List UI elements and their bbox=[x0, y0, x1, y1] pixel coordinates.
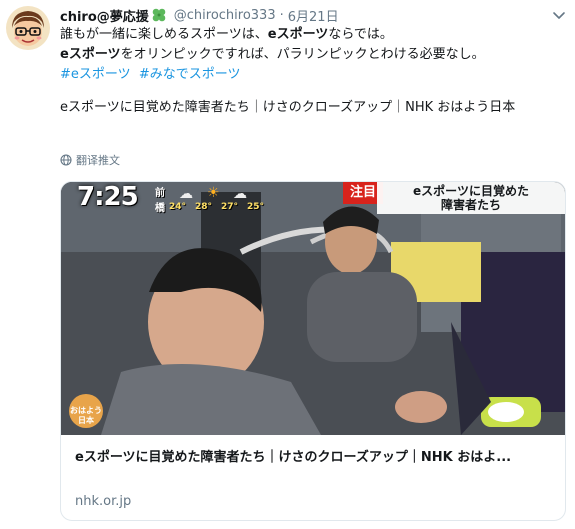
author-handle[interactable]: @chirochiro333 bbox=[174, 8, 276, 23]
link-title-line: eスポーツに目覚めた障害者たち｜けさのクローズアップ｜NHK おはよう日本 bbox=[60, 100, 516, 115]
card-title[interactable]: eスポーツに目覚めた障害者たち｜けさのクローズアップ｜NHK おはよ... bbox=[75, 446, 511, 465]
chevron-down-icon[interactable] bbox=[551, 7, 567, 23]
tweet-header: chiro@夢応援 @chirochiro333 · 6月21日 bbox=[60, 6, 339, 25]
globe-icon bbox=[60, 154, 72, 166]
translate-label: 翻译推文 bbox=[76, 154, 120, 167]
weather-temp: 24° bbox=[169, 202, 187, 212]
tweet-body: 誰もが一緒に楽しめるスポーツは、eスポーツならでは。 eスポーツをオリンピックで… bbox=[60, 25, 515, 118]
weather-temp: 28° bbox=[195, 202, 213, 212]
cartoon-avatar-icon bbox=[6, 6, 50, 50]
author-name[interactable]: chiro@夢応援 bbox=[60, 6, 149, 25]
card-image: 7:25 前 橋 ☁ ☀ ☁ 24° 28° 27° 25° 注目 eスポーツに… bbox=[61, 182, 565, 435]
sun-icon: ☀ bbox=[207, 185, 220, 201]
banner-line: 障害者たち bbox=[440, 198, 501, 212]
link-card[interactable]: 7:25 前 橋 ☁ ☀ ☁ 24° 28° 27° 25° 注目 eスポーツに… bbox=[60, 181, 566, 521]
tweet-date[interactable]: 6月21日 bbox=[288, 6, 339, 25]
hashtag-minade-sports[interactable]: #みなでスポーツ bbox=[139, 67, 241, 82]
tweet-line-2: eスポーツをオリンピックですれば、パラリンピックとわける必要なし。 bbox=[60, 45, 515, 65]
weather-temp: 27° bbox=[221, 202, 239, 212]
avatar[interactable] bbox=[6, 6, 50, 50]
text-segment: をオリンピックですれば、パラリンピックとわける必要なし。 bbox=[120, 47, 485, 62]
text-segment: ならでは。 bbox=[328, 27, 393, 42]
cloud-icon: ☁ bbox=[233, 186, 247, 202]
broadcast-clock: 7:25 bbox=[77, 182, 139, 212]
banner-line: eスポーツに目覚めた bbox=[413, 184, 529, 198]
separator-dot: · bbox=[279, 7, 284, 23]
logo-line: 日本 bbox=[78, 416, 94, 425]
news-photo bbox=[61, 182, 565, 435]
cloud-icon: ☁ bbox=[179, 186, 193, 202]
clover-icon bbox=[151, 7, 167, 23]
text-segment: 誰もが一緒に楽しめるスポーツは、 bbox=[60, 27, 268, 42]
bold-segment: eスポーツ bbox=[60, 47, 121, 62]
translate-tweet-link[interactable]: 翻译推文 bbox=[60, 152, 120, 168]
weather-city: 橋 bbox=[155, 203, 165, 214]
hashtag-line: #eスポーツ #みなでスポーツ bbox=[60, 65, 515, 85]
topic-banner: eスポーツに目覚めた 障害者たち bbox=[377, 182, 565, 214]
logo-line: おはよう bbox=[70, 406, 102, 415]
tweet-line-1: 誰もが一緒に楽しめるスポーツは、eスポーツならでは。 bbox=[60, 25, 515, 45]
program-logo: おはよう 日本 bbox=[69, 394, 103, 428]
card-domain: nhk.or.jp bbox=[75, 494, 132, 509]
bold-segment: eスポーツ bbox=[267, 27, 329, 42]
hashtag-esports[interactable]: #eスポーツ bbox=[60, 67, 131, 82]
weather-city: 前 bbox=[155, 188, 165, 199]
weather-temp: 25° bbox=[247, 202, 265, 212]
